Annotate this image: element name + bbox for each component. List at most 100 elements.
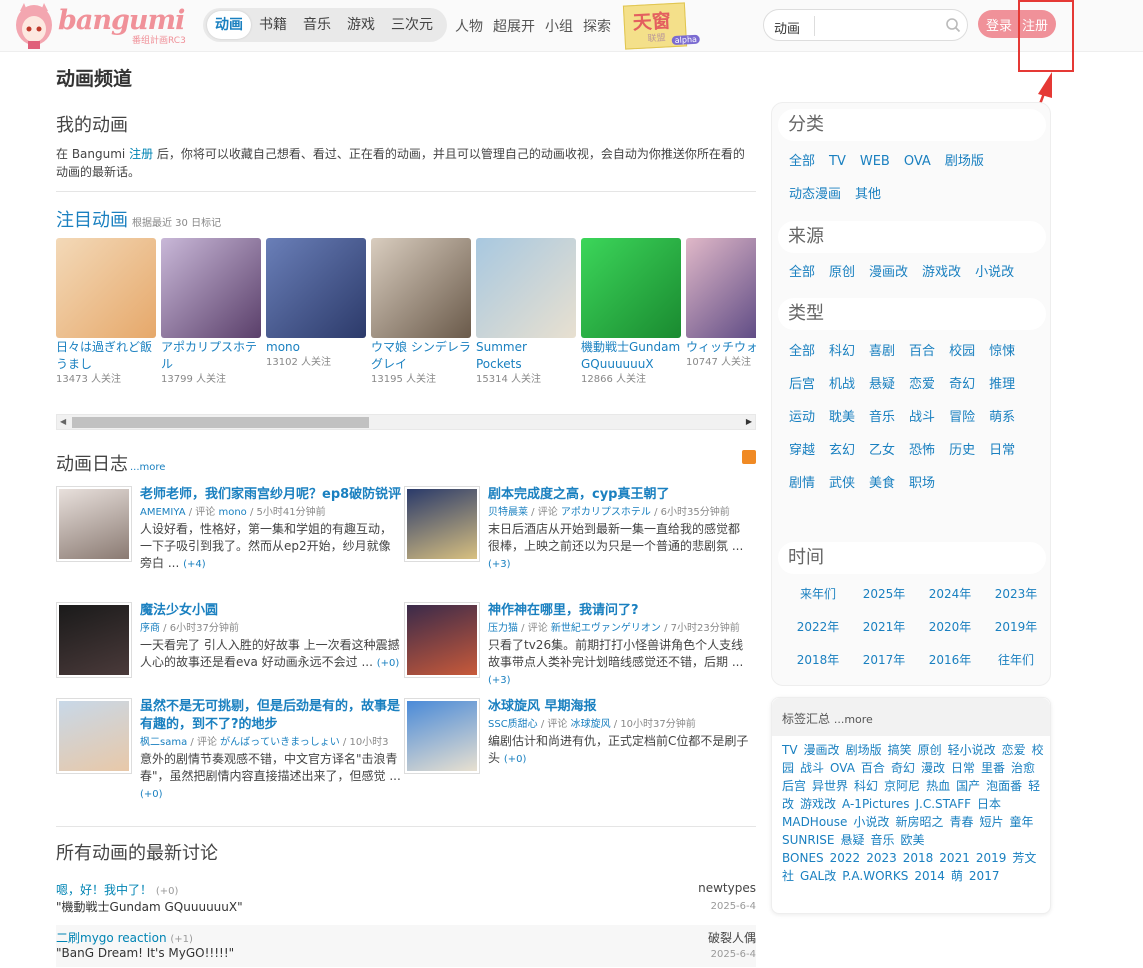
tag-link[interactable]: 国产 xyxy=(956,779,980,793)
genre-link[interactable]: 机战 xyxy=(829,376,855,409)
tag-link[interactable]: SUNRISE xyxy=(782,833,834,847)
time-link[interactable]: 2017年 xyxy=(851,651,917,669)
cover-image[interactable] xyxy=(581,238,681,338)
cover-image[interactable] xyxy=(56,238,156,338)
cover-item[interactable]: ウィッチウォッチ 10747 人关注 xyxy=(686,238,756,370)
blog-title-link[interactable]: 虽然不是无可挑剔，但是后劲是有的，故事是有趣的，到不了?的地步 xyxy=(140,698,402,734)
tag-link[interactable]: 日常 xyxy=(951,761,975,775)
blog-thumbnail[interactable] xyxy=(56,486,132,562)
site-logo[interactable]: bangumi 番组計画RC3 xyxy=(14,3,192,51)
genre-link[interactable]: 美食 xyxy=(869,475,895,508)
tag-link[interactable]: 剧场版 xyxy=(846,743,882,757)
blog-thumbnail[interactable] xyxy=(56,698,132,774)
genre-link[interactable]: 耽美 xyxy=(829,409,855,442)
blog-user-link[interactable]: 压力猫 xyxy=(488,623,518,634)
tag-link[interactable]: 里番 xyxy=(981,761,1005,775)
tag-link[interactable]: TV xyxy=(782,743,798,757)
nav-person[interactable]: 人物 xyxy=(455,16,483,36)
cover-item[interactable]: 機動戦士Gundam GQuuuuuuX 12866 人关注 xyxy=(581,238,681,387)
discussion-topic-link[interactable]: 二刷mygo reaction xyxy=(56,931,167,945)
tag-link[interactable]: 治愈 xyxy=(1011,761,1035,775)
blog-user-link[interactable]: SSC质甜心 xyxy=(488,719,538,730)
scroll-left-icon[interactable]: ◀ xyxy=(60,417,66,426)
genre-link[interactable]: 奇幻 xyxy=(949,376,975,409)
cover-item[interactable]: アポカリプスホテル 13799 人关注 xyxy=(161,238,261,387)
time-link[interactable]: 2023年 xyxy=(983,585,1049,603)
rss-icon[interactable] xyxy=(742,450,756,464)
time-link[interactable]: 往年们 xyxy=(983,651,1049,669)
tag-link[interactable]: 2022 xyxy=(830,851,861,865)
cover-name[interactable]: mono xyxy=(266,339,366,356)
genre-link[interactable]: 萌系 xyxy=(989,409,1015,442)
tag-link[interactable]: 搞笑 xyxy=(888,743,912,757)
time-link[interactable]: 来年们 xyxy=(785,585,851,603)
time-link[interactable]: 2020年 xyxy=(917,618,983,636)
tag-link[interactable]: 青春 xyxy=(949,815,973,829)
category-link[interactable]: 其他 xyxy=(855,186,881,219)
genre-link[interactable]: 推理 xyxy=(989,376,1015,409)
blog-subject-link[interactable]: 新世紀エヴァンゲリオン xyxy=(551,623,661,634)
tag-link[interactable]: 轻小说改 xyxy=(948,743,996,757)
cover-name[interactable]: ウィッチウォッチ xyxy=(686,339,756,356)
tag-link[interactable]: 新房昭之 xyxy=(895,815,943,829)
time-link[interactable]: 2016年 xyxy=(917,651,983,669)
cover-item[interactable]: mono 13102 人关注 xyxy=(266,238,366,370)
tag-link[interactable]: 2018 xyxy=(903,851,934,865)
source-link[interactable]: 原创 xyxy=(829,264,855,297)
tag-link[interactable]: 2021 xyxy=(939,851,970,865)
covers-scrollbar[interactable]: ◀ ▶ xyxy=(56,414,756,430)
tag-link[interactable]: 欧美 xyxy=(900,833,924,847)
intro-register-link[interactable]: 注册 xyxy=(129,147,153,161)
tag-link[interactable]: OVA xyxy=(830,761,855,775)
blog-subject-link[interactable]: mono xyxy=(218,507,246,518)
tag-link[interactable]: BONES xyxy=(782,851,824,865)
blog-user-link[interactable]: 序商 xyxy=(140,623,160,634)
genre-link[interactable]: 校园 xyxy=(949,343,975,376)
blog-thumbnail[interactable] xyxy=(404,486,480,562)
genre-link[interactable]: 惊悚 xyxy=(989,343,1015,376)
time-link[interactable]: 2025年 xyxy=(851,585,917,603)
source-link[interactable]: 小说改 xyxy=(975,264,1014,297)
cover-name[interactable]: 機動戦士Gundam GQuuuuuuX xyxy=(581,339,681,373)
category-link[interactable]: TV xyxy=(829,153,846,186)
nav-group[interactable]: 小组 xyxy=(545,16,573,36)
cover-item[interactable]: 日々は過ぎれど飯うまし 13473 人关注 xyxy=(56,238,156,387)
genre-link[interactable]: 玄幻 xyxy=(829,442,855,475)
blog-more-link[interactable]: ...more xyxy=(130,462,165,473)
tag-link[interactable]: P.A.WORKS xyxy=(842,869,908,883)
genre-link[interactable]: 乙女 xyxy=(869,442,895,475)
genre-link[interactable]: 运动 xyxy=(789,409,815,442)
cover-image[interactable] xyxy=(686,238,756,338)
genre-link[interactable]: 后宫 xyxy=(789,376,815,409)
genre-link[interactable]: 职场 xyxy=(909,475,935,508)
genre-link[interactable]: 全部 xyxy=(789,343,815,376)
blog-title-link[interactable]: 神作神在哪里，我请问了? xyxy=(488,602,750,620)
genre-link[interactable]: 恋爱 xyxy=(909,376,935,409)
tag-link[interactable]: 异世界 xyxy=(812,779,848,793)
genre-link[interactable]: 日常 xyxy=(989,442,1015,475)
blog-subject-link[interactable]: 冰球旋风 xyxy=(571,719,611,730)
nav-game[interactable]: 游戏 xyxy=(339,11,383,39)
tag-link[interactable]: 热血 xyxy=(926,779,950,793)
discussion-user[interactable]: 破裂人偶 xyxy=(708,929,756,946)
cover-item[interactable]: ウマ娘 シンデレラグレイ 13195 人关注 xyxy=(371,238,471,387)
tag-link[interactable]: 小说改 xyxy=(853,815,889,829)
nav-music[interactable]: 音乐 xyxy=(295,11,339,39)
nav-anime[interactable]: 动画 xyxy=(207,11,251,39)
time-link[interactable]: 2018年 xyxy=(785,651,851,669)
tag-link[interactable]: GAL改 xyxy=(800,869,836,883)
nav-explore[interactable]: 探索 xyxy=(583,16,611,36)
tag-link[interactable]: 2017 xyxy=(969,869,1000,883)
tag-link[interactable]: 日本 xyxy=(977,797,1001,811)
scroll-right-icon[interactable]: ▶ xyxy=(746,417,752,426)
tag-link[interactable]: 原创 xyxy=(918,743,942,757)
tag-link[interactable]: 京阿尼 xyxy=(884,779,920,793)
category-link[interactable]: OVA xyxy=(904,153,931,186)
genre-link[interactable]: 悬疑 xyxy=(869,376,895,409)
nav-real[interactable]: 三次元 xyxy=(383,11,441,39)
time-link[interactable]: 2024年 xyxy=(917,585,983,603)
genre-link[interactable]: 历史 xyxy=(949,442,975,475)
search-category-select[interactable]: 动画 xyxy=(774,18,800,37)
tag-link[interactable]: 漫画改 xyxy=(804,743,840,757)
genre-link[interactable]: 冒险 xyxy=(949,409,975,442)
